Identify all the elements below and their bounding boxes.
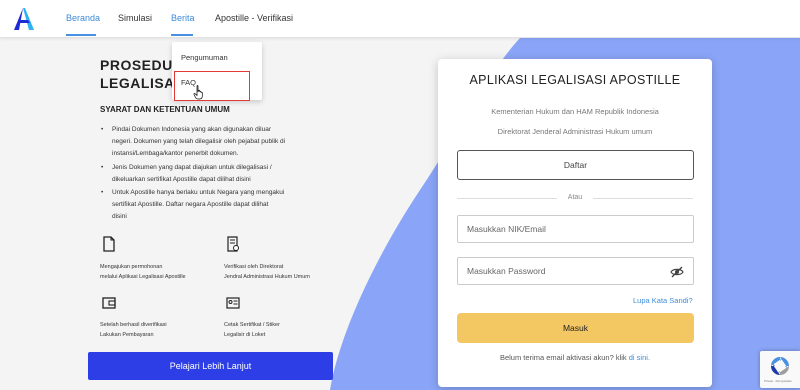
terms-bullet-2: Jenis Dokumen yang dapat diajukan untuk … [101,162,317,186]
register-button[interactable]: Daftar [457,150,694,180]
app-title: APLIKASI LEGALISASI APOSTILLE [469,73,681,87]
page-title-line1: PROSEDUR [100,57,184,73]
forgot-password-link[interactable]: Lupa Kata Sandi? [633,296,693,305]
faq-highlight-box [174,71,250,101]
nav-apostille-verifikasi[interactable]: Apostille - Verifikasi [215,13,293,23]
login-card: APLIKASI LEGALISASI APOSTILLE Kementeria… [438,59,712,387]
document-icon [103,236,115,252]
learn-more-button[interactable]: Pelajari Lebih Lanjut [88,352,333,380]
divider-right [593,198,693,199]
activation-text: Belum terima email aktivasi akun? klik d… [499,353,651,362]
activation-link[interactable]: di sini. [629,353,650,362]
nav-hover-indicator [171,34,193,36]
verify-document-icon [227,236,239,252]
recaptcha-footer[interactable]: Privasi - Persyaratan [764,379,792,383]
dropdown-item-pengumuman[interactable]: Pengumuman [181,53,228,62]
hide-password-icon[interactable] [670,265,684,279]
feature-text-4: Cetak Sertifikat / Stiker Legalisir di L… [224,322,280,338]
feature-text-3: Setelah berhasil diverifikasi Lakukan Pe… [100,322,167,338]
recaptcha-icon [771,357,789,375]
login-button[interactable]: Masuk [457,313,694,343]
navbar: Beranda Simulasi Berita Apostille - Veri… [0,0,800,38]
terms-bullet-3: Untuk Apostille hanya berlaku untuk Nega… [101,187,317,223]
feature-text-2: Verifikasi oleh Direktorat Jendral Admin… [224,264,310,280]
directorate-name: Direktorat Jenderal Administrasi Hukum u… [497,127,653,136]
nav-berita[interactable]: Berita [171,13,195,23]
terms-bullet-1: Pindai Dokumen Indonesia yang akan digun… [101,124,317,160]
password-field[interactable]: Masukkan Password [457,257,694,285]
id-card-icon [226,297,240,309]
terms-subtitle: SYARAT DAN KETENTUAN UMUM [100,105,230,114]
nik-email-field[interactable]: Masukkan NIK/Email [457,215,694,243]
nav-beranda[interactable]: Beranda [66,13,100,23]
nav-active-indicator [66,34,96,36]
ministry-name: Kementerian Hukum dan HAM Republik Indon… [491,107,659,116]
recaptcha-badge[interactable]: Privasi - Persyaratan [760,351,800,388]
feature-text-1: Mengajukan permohonan melalui Aplikasi L… [100,264,186,280]
hand-cursor-icon [193,85,203,100]
app-logo[interactable] [12,7,36,31]
wallet-icon [102,297,116,309]
nav-simulasi[interactable]: Simulasi [118,13,152,23]
